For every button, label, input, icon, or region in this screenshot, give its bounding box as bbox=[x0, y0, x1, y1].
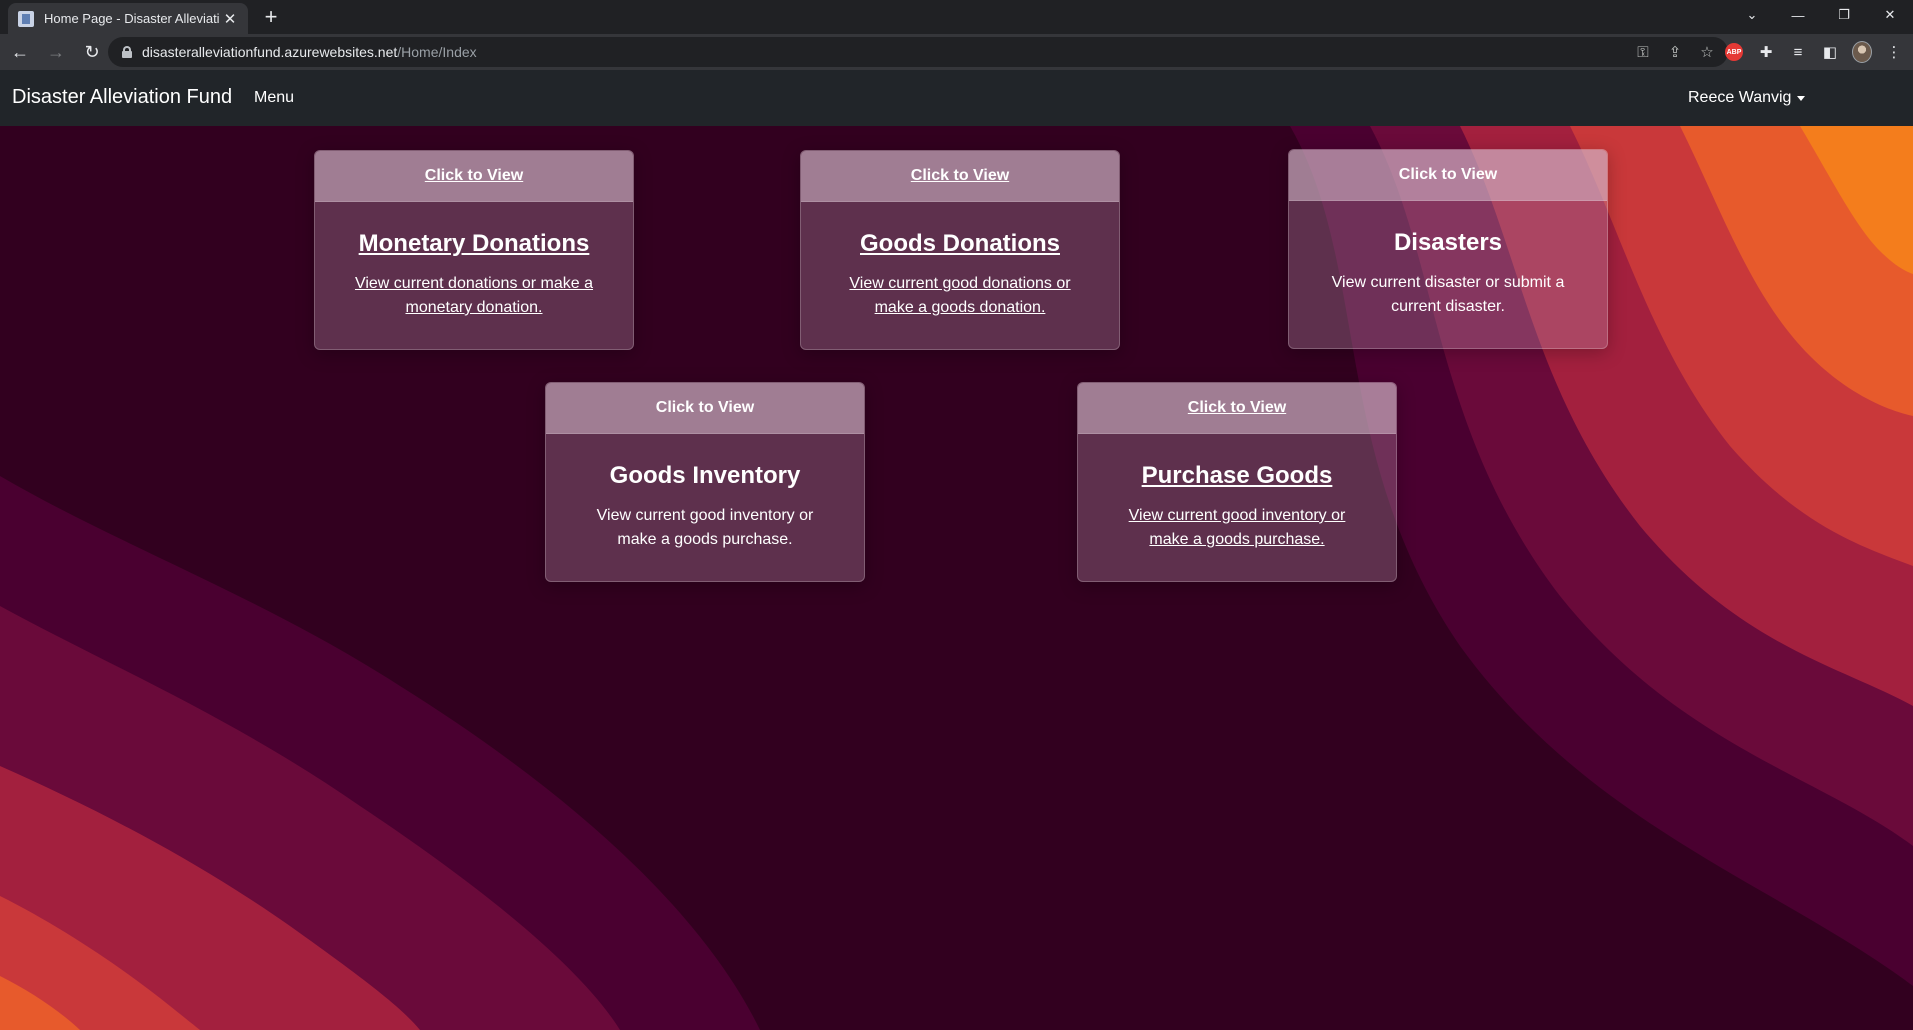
key-icon[interactable]: ⚿ bbox=[1634, 43, 1652, 61]
side-panel-icon[interactable]: ◧ bbox=[1820, 42, 1840, 62]
card-description: View current good inventory or make a go… bbox=[596, 507, 814, 548]
click-to-view-link[interactable]: Click to View bbox=[1399, 166, 1497, 184]
browser-tab[interactable]: Home Page - Disaster Alleviation ✕ bbox=[8, 3, 248, 34]
card-description-link[interactable]: View current good inventory or make a go… bbox=[1108, 504, 1366, 552]
main-content: Click to View Monetary Donations View cu… bbox=[0, 126, 1913, 1030]
close-window-icon[interactable]: ✕ bbox=[1867, 0, 1913, 30]
user-name: Reece Wanvig bbox=[1688, 89, 1792, 106]
window-controls: ⌄ — ❐ ✕ bbox=[1729, 0, 1913, 30]
click-to-view-link[interactable]: Click to View bbox=[911, 167, 1009, 185]
page-favicon-icon bbox=[18, 10, 34, 27]
card-purchase-goods[interactable]: Click to View Purchase Goods View curren… bbox=[1077, 382, 1397, 582]
menu-link[interactable]: Menu bbox=[254, 89, 294, 107]
more-options-icon[interactable]: ⋮ bbox=[1884, 42, 1904, 62]
click-to-view-link[interactable]: Click to View bbox=[656, 399, 754, 417]
card-header[interactable]: Click to View bbox=[546, 383, 864, 434]
site-navbar: Disaster Alleviation Fund Menu Reece Wan… bbox=[0, 70, 1913, 126]
card-disasters[interactable]: Click to View Disasters View current dis… bbox=[1288, 149, 1608, 349]
card-goods-donations[interactable]: Click to View Goods Donations View curre… bbox=[800, 150, 1120, 350]
url-host: disasteralleviationfund.azurewebsites.ne… bbox=[142, 44, 398, 60]
share-icon[interactable]: ⇪ bbox=[1666, 43, 1684, 61]
restore-icon[interactable]: ❐ bbox=[1821, 0, 1867, 30]
profile-avatar[interactable] bbox=[1852, 41, 1872, 63]
caret-down-icon bbox=[1797, 95, 1806, 101]
card-goods-inventory[interactable]: Click to View Goods Inventory View curre… bbox=[545, 382, 865, 582]
card-header[interactable]: Click to View bbox=[801, 151, 1119, 202]
minimize-icon[interactable]: — bbox=[1775, 0, 1821, 30]
tab-title: Home Page - Disaster Alleviation bbox=[44, 11, 220, 26]
back-icon[interactable]: ← bbox=[4, 36, 36, 68]
click-to-view-link[interactable]: Click to View bbox=[1188, 399, 1286, 417]
tab-search-icon[interactable]: ⌄ bbox=[1729, 0, 1775, 30]
url-path: /Home/Index bbox=[397, 44, 477, 60]
card-title-link[interactable]: Purchase Goods bbox=[1108, 462, 1366, 490]
card-header[interactable]: Click to View bbox=[315, 151, 633, 202]
card-title: Goods Inventory bbox=[609, 462, 801, 489]
address-bar[interactable]: disasteralleviationfund.azurewebsites.ne… bbox=[108, 37, 1728, 67]
user-dropdown[interactable]: Reece Wanvig bbox=[1688, 89, 1806, 107]
card-description: View current disaster or submit a curren… bbox=[1331, 274, 1565, 315]
reload-icon[interactable]: ↻ bbox=[76, 36, 108, 68]
star-icon[interactable]: ☆ bbox=[1698, 43, 1716, 61]
card-header[interactable]: Click to View bbox=[1078, 383, 1396, 434]
browser-tab-bar: Home Page - Disaster Alleviation ✕ + ⌄ —… bbox=[0, 0, 1913, 34]
card-description-link[interactable]: View current good donations or make a go… bbox=[831, 272, 1089, 320]
browser-toolbar: ← → ↻ disasteralleviationfund.azurewebsi… bbox=[0, 34, 1913, 70]
card-title: Disasters bbox=[1393, 229, 1503, 256]
card-title-link[interactable]: Monetary Donations bbox=[345, 230, 603, 258]
forward-icon[interactable]: → bbox=[40, 36, 72, 68]
adblock-icon[interactable]: ABP bbox=[1724, 42, 1744, 62]
card-title-link[interactable]: Goods Donations bbox=[831, 230, 1089, 258]
card-description-link[interactable]: View current donations or make a monetar… bbox=[345, 272, 603, 320]
close-tab-icon[interactable]: ✕ bbox=[222, 10, 238, 28]
new-tab-icon[interactable]: + bbox=[258, 5, 284, 31]
card-monetary-donations[interactable]: Click to View Monetary Donations View cu… bbox=[314, 150, 634, 350]
click-to-view-link[interactable]: Click to View bbox=[425, 167, 523, 185]
reading-list-icon[interactable]: ≡ bbox=[1788, 42, 1808, 62]
brand-link[interactable]: Disaster Alleviation Fund bbox=[12, 86, 232, 109]
extensions-icon[interactable]: ✚ bbox=[1756, 42, 1776, 62]
lock-icon[interactable] bbox=[122, 46, 132, 58]
card-header[interactable]: Click to View bbox=[1289, 150, 1607, 201]
